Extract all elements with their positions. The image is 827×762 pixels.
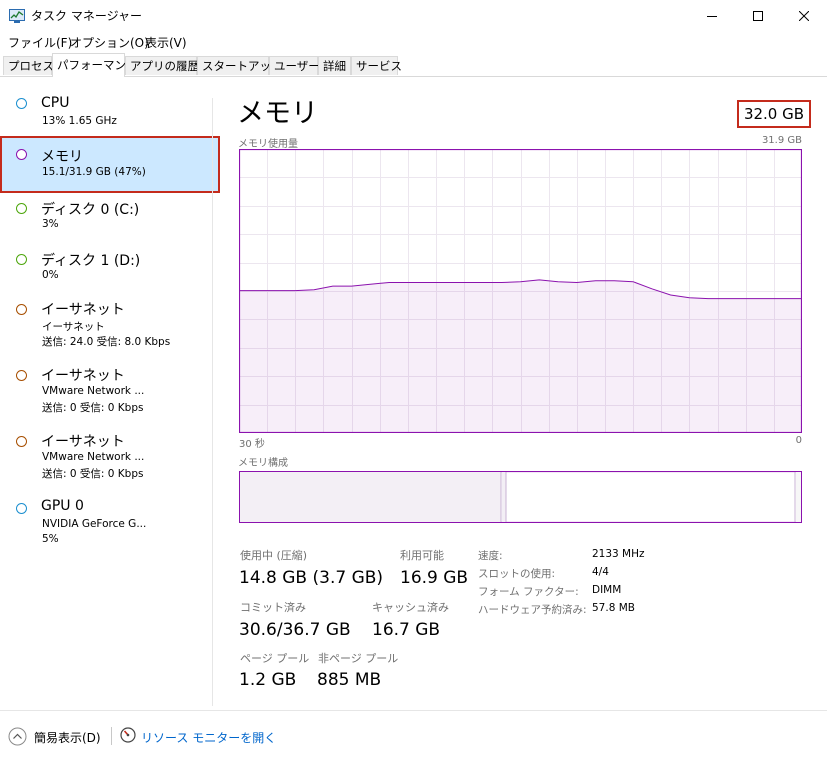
fewer-details-link[interactable]: 簡易表示(D) (34, 729, 101, 746)
sidebar-item-name: イーサネット (41, 365, 125, 385)
sidebar-item-disk0[interactable]: ディスク 0 (C:) 3% (0, 196, 220, 236)
form-factor-value: DIMM (592, 584, 621, 596)
memory-graph-icon-front (16, 149, 27, 160)
sidebar-item-throughput: 送信: 24.0 受信: 8.0 Kbps (42, 334, 170, 349)
ethernet-graph-icon (16, 304, 27, 315)
sidebar-divider (212, 98, 213, 706)
sidebar-item-detail: 0% (42, 269, 59, 281)
sidebar-item-gpu0[interactable]: GPU 0 NVIDIA GeForce G... 5% (0, 496, 220, 552)
composition-free (796, 472, 801, 522)
footer-divider (111, 727, 112, 745)
paged-pool-label: ページ プール (240, 650, 309, 666)
minimize-icon (707, 11, 717, 21)
sidebar-item-utilization: 5% (42, 533, 59, 545)
tab-users[interactable]: ユーザー (269, 56, 318, 75)
sidebar-item-name: CPU (41, 95, 69, 111)
sidebar-item-name: イーサネット (41, 431, 125, 451)
resource-monitor-icon (120, 727, 136, 743)
total-memory: 32.0 GB (737, 100, 811, 128)
sidebar-item-ethernet-2[interactable]: イーサネット VMware Network ... 送信: 0 受信: 0 Kb… (0, 363, 220, 419)
menu-options[interactable]: オプション(O) (70, 34, 149, 51)
tab-strip: プロセス パフォーマンス アプリの履歴 スタートアップ ユーザー 詳細 サービス (0, 53, 827, 77)
ethernet-graph-icon (16, 370, 27, 381)
footer: 簡易表示(D) リソース モニターを開く (0, 710, 827, 762)
hardware-reserved-label: ハードウェア予約済み: (478, 602, 587, 617)
sidebar-item-detail: VMware Network ... (42, 385, 144, 397)
sidebar-item-throughput: 送信: 0 受信: 0 Kbps (42, 466, 143, 481)
cached-value: 16.7 GB (372, 620, 440, 640)
time-axis-start: 30 秒 (239, 435, 265, 450)
maximize-icon (753, 11, 763, 21)
in-use-value: 14.8 GB (3.7 GB) (239, 568, 383, 588)
speed-label: 速度: (478, 548, 503, 563)
sidebar-item-cpu[interactable]: CPU 13% 1.65 GHz (0, 92, 220, 134)
available-label: 利用可能 (400, 547, 444, 563)
sidebar-item-throughput: 送信: 0 受信: 0 Kbps (42, 400, 143, 415)
window-title: タスク マネージャー (31, 7, 142, 24)
in-use-label: 使用中 (圧縮) (240, 547, 307, 563)
slots-label: スロットの使用: (478, 566, 555, 581)
usage-graph-label: メモリ使用量 (238, 135, 298, 150)
menu-file[interactable]: ファイル(F) (8, 34, 72, 51)
ethernet-graph-icon (16, 436, 27, 447)
selection-highlight (6, 140, 210, 189)
sidebar-item-memory[interactable]: メモリ 15.1/31.9 GB (47%) (0, 136, 220, 193)
chevron-up-icon (8, 727, 27, 746)
page-title: メモリ (237, 91, 318, 130)
minimize-button[interactable] (689, 0, 735, 31)
sidebar-item-ethernet-1[interactable]: イーサネット イーサネット 送信: 24.0 受信: 8.0 Kbps (0, 297, 220, 353)
menu-view[interactable]: 表示(V) (145, 34, 187, 51)
fewer-details-button[interactable] (8, 727, 27, 746)
sidebar-item-name: ディスク 1 (D:) (41, 250, 140, 270)
title-bar: タスク マネージャー (0, 0, 827, 31)
time-axis-end: 0 (780, 435, 802, 446)
memory-usage-chart (239, 149, 802, 433)
sidebar-item-disk1[interactable]: ディスク 1 (D:) 0% (0, 247, 220, 287)
hardware-reserved-value: 57.8 MB (592, 602, 635, 614)
sidebar-item-detail: 15.1/31.9 GB (47%) (42, 166, 146, 178)
nonpaged-pool-label: 非ページ プール (318, 650, 398, 666)
resource-monitor-link[interactable]: リソース モニターを開く (141, 729, 276, 746)
form-factor-label: フォーム ファクター: (478, 584, 579, 599)
speed-value: 2133 MHz (592, 548, 645, 560)
slots-value: 4/4 (592, 566, 609, 578)
sidebar-item-name: イーサネット (41, 299, 125, 319)
committed-value: 30.6/36.7 GB (239, 620, 351, 640)
sidebar-item-name: ディスク 0 (C:) (41, 199, 139, 219)
disk-graph-icon (16, 254, 27, 265)
tab-app-history[interactable]: アプリの履歴 (125, 56, 197, 75)
sidebar-item-detail: イーサネット (42, 319, 105, 334)
composition-label: メモリ構成 (238, 454, 288, 469)
available-value: 16.9 GB (400, 568, 468, 588)
menu-bar: ファイル(F) オプション(O) 表示(V) (0, 31, 827, 53)
tab-details[interactable]: 詳細 (318, 56, 351, 75)
task-manager-icon (9, 8, 25, 22)
gpu-graph-icon (16, 503, 27, 514)
sidebar-item-detail: VMware Network ... (42, 451, 144, 463)
sidebar-item-name: GPU 0 (41, 498, 84, 514)
close-icon (799, 11, 809, 21)
sidebar-item-detail: 13% 1.65 GHz (42, 115, 117, 127)
usage-graph-max: 31.9 GB (760, 135, 802, 146)
cpu-graph-icon (16, 98, 27, 109)
composition-modified (502, 472, 506, 522)
tab-performance[interactable]: パフォーマンス (52, 53, 125, 77)
committed-label: コミット済み (240, 599, 306, 615)
tab-processes[interactable]: プロセス (3, 56, 52, 75)
sidebar-item-name: メモリ (41, 146, 83, 166)
tab-startup[interactable]: スタートアップ (197, 56, 269, 75)
cached-label: キャッシュ済み (372, 599, 449, 615)
maximize-button[interactable] (735, 0, 781, 31)
composition-in-use (240, 472, 501, 522)
sidebar-item-ethernet-3[interactable]: イーサネット VMware Network ... 送信: 0 受信: 0 Kb… (0, 429, 220, 485)
close-button[interactable] (781, 0, 827, 31)
nonpaged-pool-value: 885 MB (317, 670, 381, 690)
chart-area-fill (239, 280, 802, 433)
tab-services[interactable]: サービス (351, 56, 398, 75)
sidebar-item-detail: NVIDIA GeForce G... (42, 518, 146, 530)
memory-composition-bar (239, 471, 802, 523)
paged-pool-value: 1.2 GB (239, 670, 296, 690)
disk-graph-icon (16, 203, 27, 214)
sidebar-item-detail: 3% (42, 218, 59, 230)
